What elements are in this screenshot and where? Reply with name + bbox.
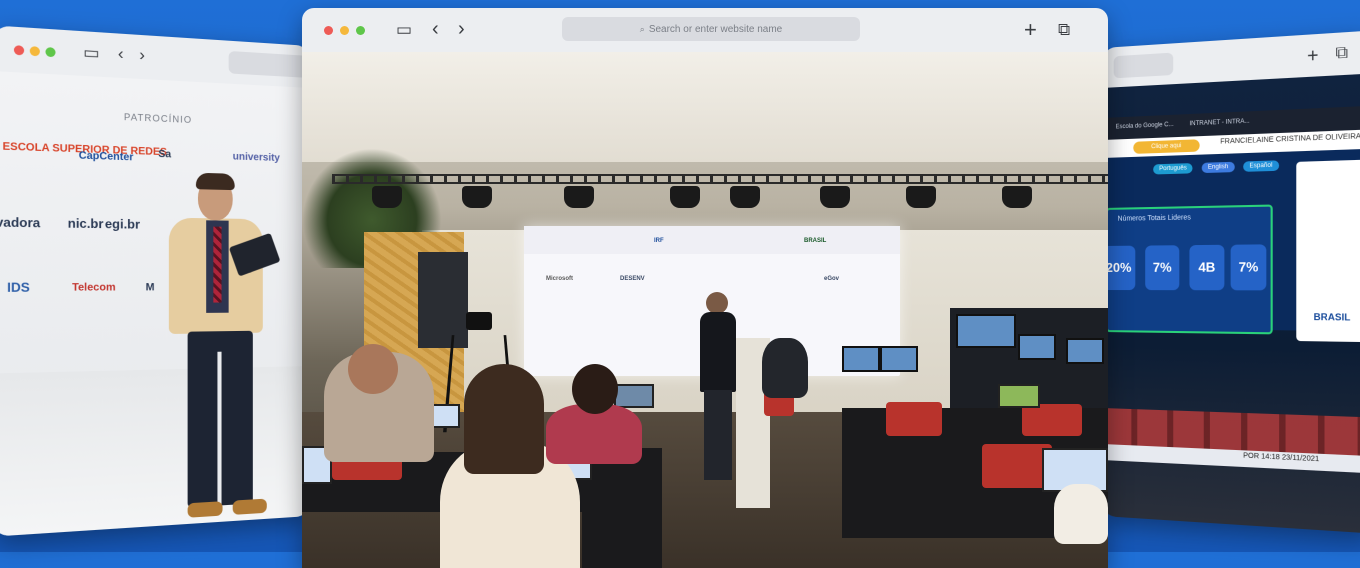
- language-pill: Português: [1153, 163, 1193, 175]
- monitor: [880, 346, 918, 372]
- leg-gap: [217, 351, 222, 506]
- new-tab-icon[interactable]: +: [1024, 19, 1037, 41]
- close-window-button[interactable]: [13, 45, 25, 56]
- tray-time: 14:18: [1261, 453, 1280, 462]
- tabs-overview-icon[interactable]: ⧉: [1335, 44, 1348, 63]
- sidebar-icon[interactable]: ▭: [83, 44, 100, 63]
- minimize-window-button[interactable]: [29, 46, 40, 57]
- right-browser-window: + ⧉ Escola do Google C... INTRANET - INT…: [1102, 30, 1360, 534]
- language-pill: English: [1201, 161, 1235, 174]
- back-icon[interactable]: ‹: [118, 45, 124, 63]
- attendee-head: [572, 364, 618, 414]
- stage-light: [1002, 186, 1032, 208]
- attendee: [762, 338, 808, 398]
- technician: [698, 292, 738, 482]
- center-page-photo: Microsoft DESENV eGov IRF BRASIL: [302, 52, 1108, 568]
- projected-tab: INTRANET - INTRA...: [1189, 118, 1250, 128]
- laptop: [614, 384, 654, 408]
- monitor: [1066, 338, 1104, 364]
- logo: Telecom: [72, 282, 116, 294]
- speaker-hair: [195, 172, 235, 191]
- laptop: [998, 384, 1040, 408]
- center-browser-window: ▭ ‹ › ⌕ Search or enter website name + ⧉ …: [302, 8, 1108, 568]
- logo: IDS: [7, 279, 30, 296]
- attendee: [1054, 484, 1108, 544]
- new-tab-icon[interactable]: +: [1307, 45, 1318, 67]
- ceiling: [302, 52, 1108, 162]
- tray-info: POR 14:18 23/11/2021: [1243, 452, 1319, 463]
- monitor: [956, 314, 1016, 348]
- projected-tab: Escola do Google C...: [1115, 121, 1174, 131]
- maximize-window-button[interactable]: [45, 47, 56, 58]
- stat-tile: 7%: [1230, 244, 1267, 291]
- monitor: [842, 346, 880, 372]
- stat-tile: 4B: [1189, 244, 1225, 291]
- logo: egi.br: [104, 216, 140, 232]
- screen-logo: DESENV: [620, 276, 645, 282]
- search-input[interactable]: ⌕ Search or enter website name: [562, 17, 860, 41]
- logo: nic.br: [67, 215, 104, 232]
- speaker-shoe: [187, 501, 223, 518]
- stat-tile: 7%: [1145, 245, 1180, 291]
- brand-label: BRASIL: [1313, 311, 1351, 323]
- speaker-tie: [213, 226, 222, 303]
- attendee-head: [348, 344, 398, 394]
- sidebar-icon[interactable]: ▭: [396, 21, 412, 38]
- tray-language: POR: [1243, 452, 1260, 461]
- stage-light: [564, 186, 594, 208]
- stage-light: [372, 186, 402, 208]
- panel-title: Números Totais Lideres: [1117, 214, 1191, 223]
- logo: university: [232, 151, 280, 165]
- lighting-truss: [332, 174, 1108, 184]
- screen-header: [524, 226, 900, 254]
- logo: CapCenter: [78, 150, 134, 164]
- attendee-hair: [464, 364, 544, 474]
- minimize-window-button[interactable]: [340, 26, 349, 35]
- tray-date: 23/11/2021: [1281, 454, 1320, 464]
- stage-light: [462, 186, 492, 208]
- stage-light: [730, 186, 760, 208]
- desk: [582, 448, 662, 568]
- forward-icon[interactable]: ›: [458, 19, 465, 39]
- monitor: [1018, 334, 1056, 360]
- back-icon[interactable]: ‹: [432, 19, 439, 39]
- screen-logo: eGov: [824, 276, 840, 282]
- cta-button: Clique aqui: [1133, 139, 1200, 154]
- language-pill: Español: [1243, 160, 1279, 172]
- stage-light: [906, 186, 936, 208]
- chair: [1022, 404, 1082, 436]
- camera: [466, 312, 492, 330]
- speaker-shoe: [232, 498, 267, 515]
- screen-logo: BRASIL: [804, 238, 827, 244]
- close-window-button[interactable]: [324, 26, 333, 35]
- chair: [886, 402, 942, 436]
- stats-panel: Números Totais Lideres 20% 7% 4B 7%: [1102, 204, 1273, 335]
- screen-logo: Microsoft: [546, 276, 573, 282]
- stage-light: [820, 186, 850, 208]
- logo: M: [145, 282, 155, 294]
- left-page-photo: PATROCÍNIO ESCOLA SUPERIOR DE REDES CapC…: [0, 71, 310, 537]
- url-bar[interactable]: [228, 50, 310, 79]
- center-toolbar: ▭ ‹ › ⌕ Search or enter website name + ⧉: [302, 8, 1108, 52]
- search-icon: ⌕: [639, 24, 645, 34]
- right-page-photo: Escola do Google C... INTRANET - INTRA..…: [1102, 73, 1360, 534]
- screen-logo: IRF: [654, 238, 664, 244]
- sponsor-heading: PATROCÍNIO: [123, 111, 193, 126]
- user-name: FRANCIELAINE CRISTINA DE OLIVEIRA: [1220, 133, 1360, 146]
- left-browser-window: ▭ ‹ › PATROCÍNIO ESCOLA SUPERIOR DE REDE…: [0, 25, 310, 537]
- url-bar[interactable]: [1113, 52, 1174, 79]
- logo: vadora: [0, 214, 41, 231]
- forward-icon[interactable]: ›: [139, 46, 145, 64]
- stage-light: [670, 186, 700, 208]
- search-placeholder: Search or enter website name: [648, 24, 783, 35]
- maximize-window-button[interactable]: [356, 26, 365, 35]
- tabs-overview-icon[interactable]: ⧉: [1058, 21, 1070, 38]
- logo: Sa: [158, 148, 172, 161]
- side-screen: [418, 252, 468, 348]
